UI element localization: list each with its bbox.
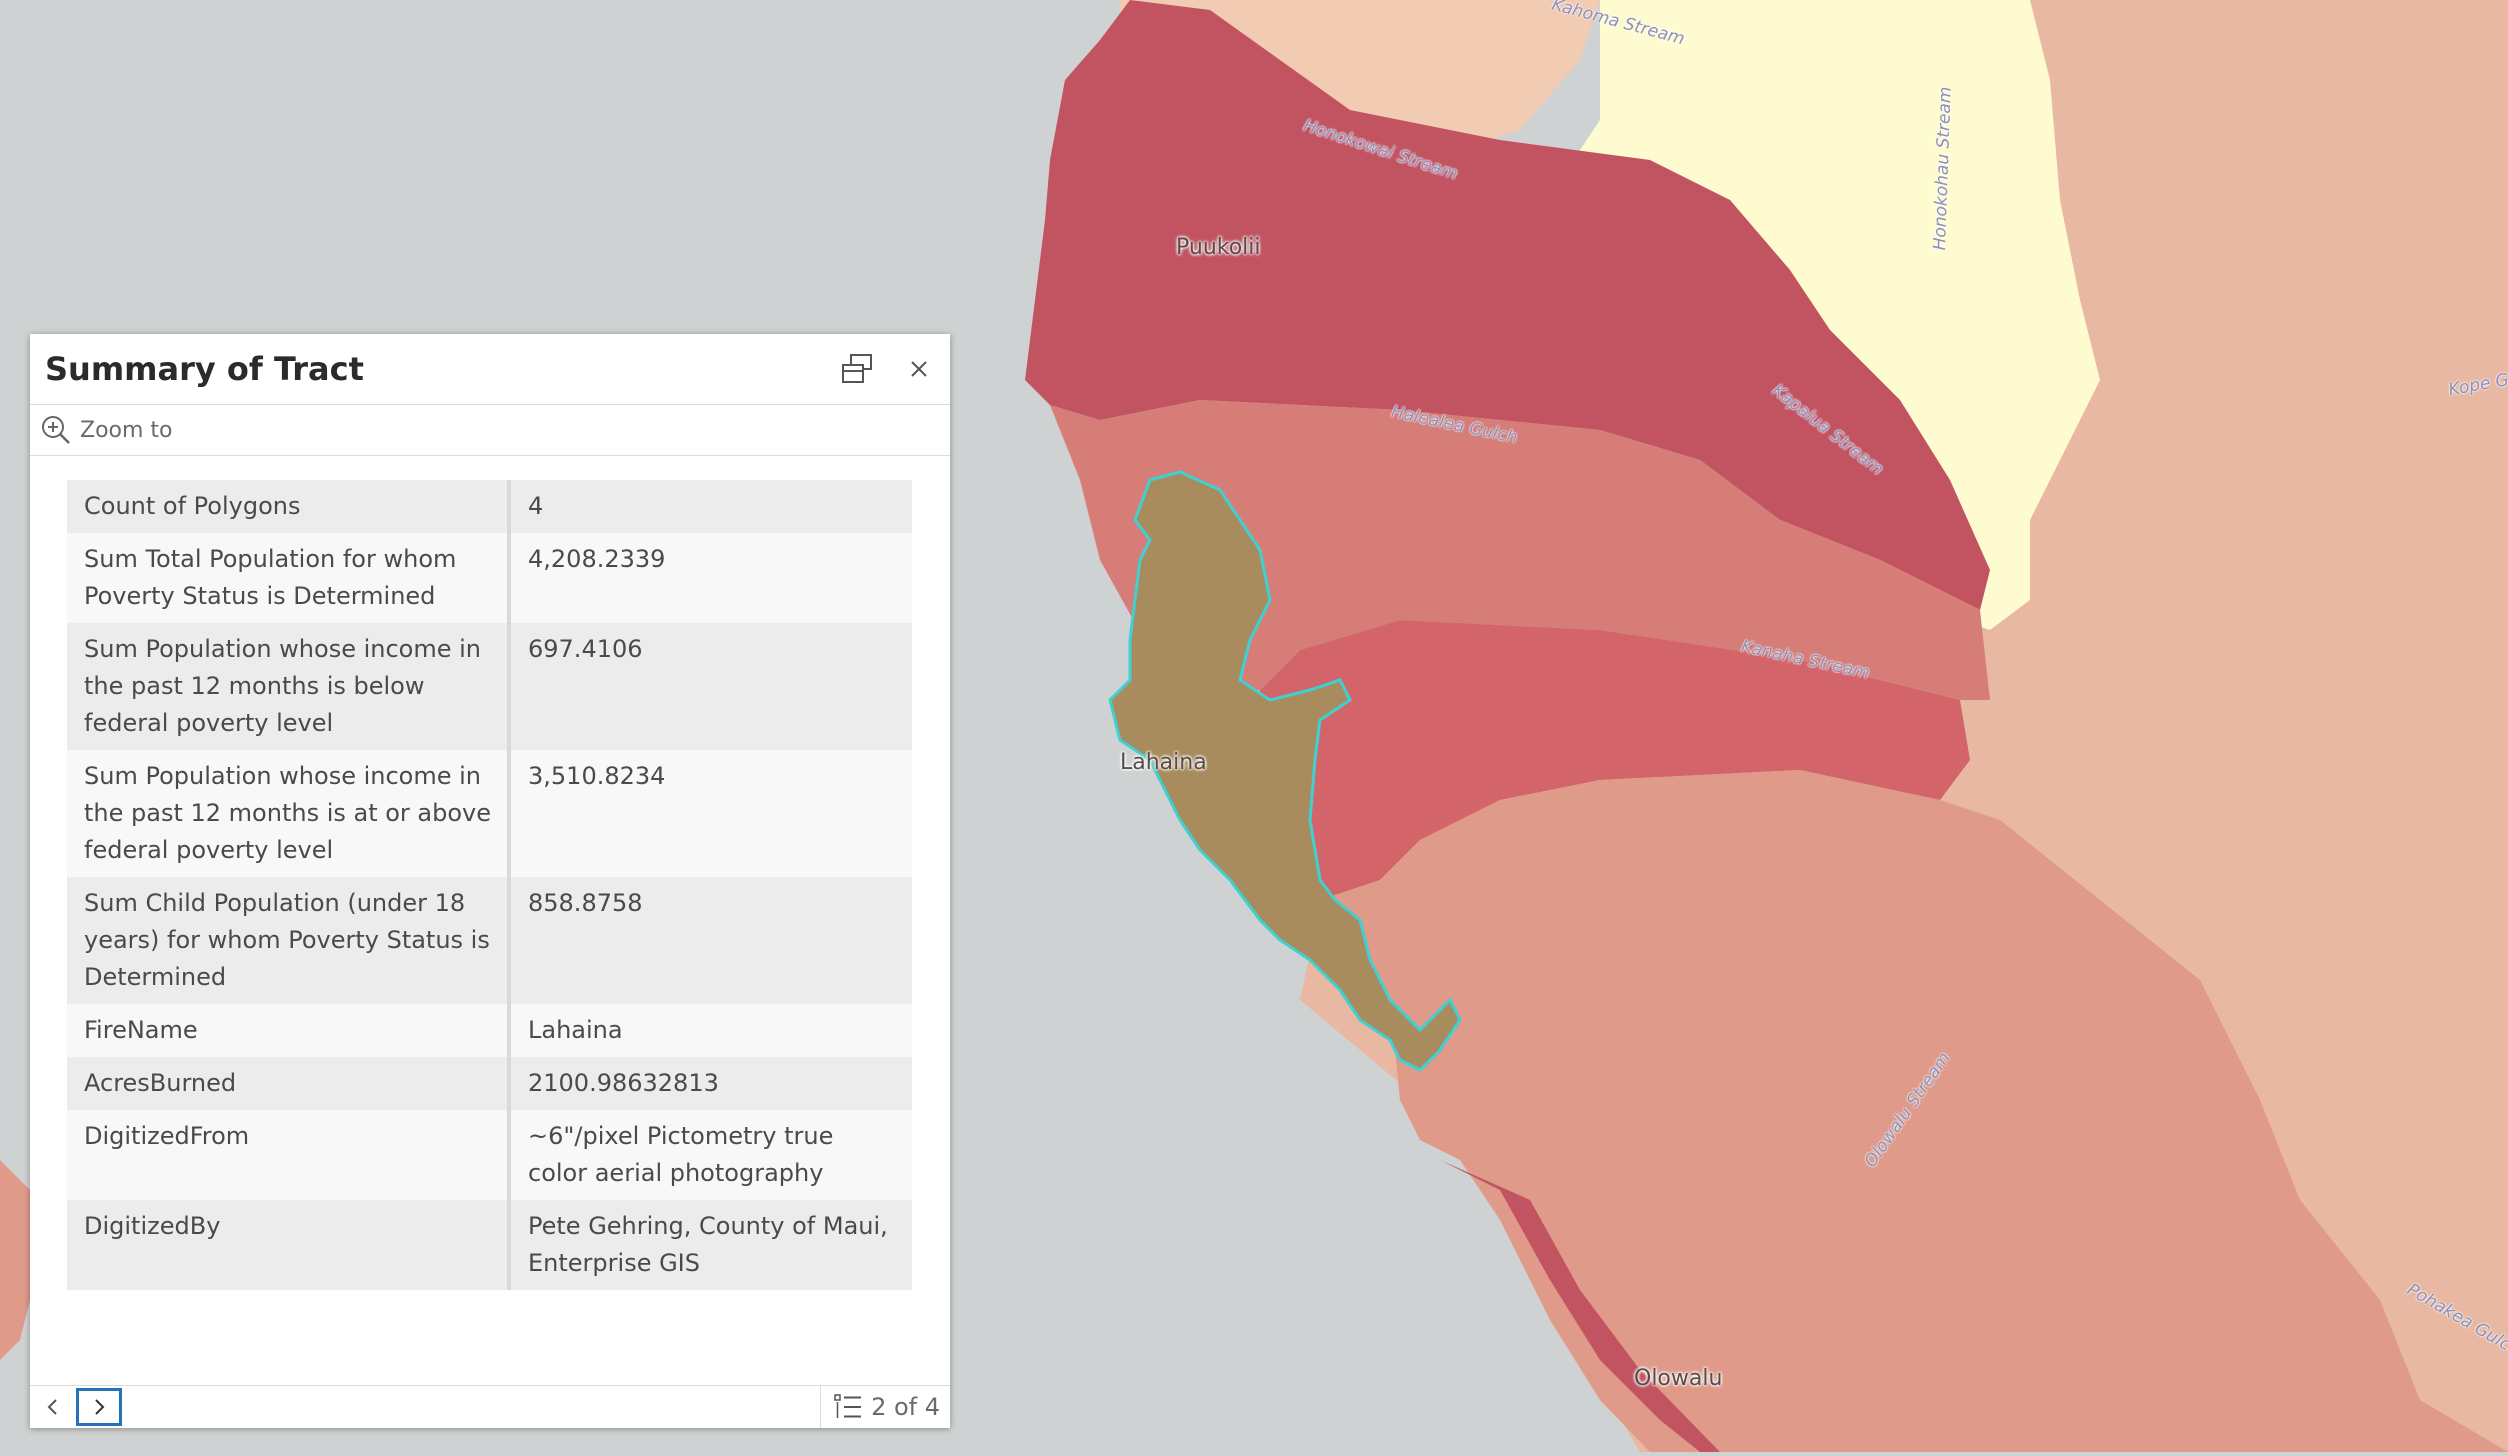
- attribute-row: AcresBurned 2100.98632813: [67, 1057, 912, 1110]
- attribute-row: Sum Population whose income in the past …: [67, 750, 912, 877]
- attribute-row: Count of Polygons 4: [67, 480, 912, 533]
- attribute-value: 4,208.2339: [509, 533, 912, 623]
- pager-text: 2 of 4: [871, 1393, 940, 1421]
- attribute-key: Sum Child Population (under 18 years) fo…: [67, 877, 511, 1004]
- attribute-row: Sum Population whose income in the past …: [67, 623, 912, 750]
- chevron-left-icon: [47, 1399, 57, 1415]
- feature-list-button[interactable]: 2 of 4: [820, 1386, 950, 1428]
- zoom-in-icon: [42, 416, 70, 444]
- attribute-value: Lahaina: [509, 1004, 912, 1057]
- attribute-value: ~6"/pixel Pictometry true color aerial p…: [509, 1110, 912, 1200]
- popup-body: Count of Polygons 4 Sum Total Population f…: [30, 456, 950, 1386]
- place-label-puukolii: Puukolii: [1176, 235, 1261, 260]
- list-icon: [834, 1394, 862, 1418]
- attribute-table: Count of Polygons 4 Sum Total Population f…: [67, 480, 912, 1290]
- popup-header: Summary of Tract: [30, 334, 950, 405]
- zoom-to-label: Zoom to: [80, 417, 173, 443]
- attribute-key: Count of Polygons: [67, 480, 511, 533]
- attribute-value: 2100.98632813: [509, 1057, 912, 1110]
- attribute-value: 4: [509, 480, 912, 533]
- attribute-value: Pete Gehring, County of Maui, Enterprise…: [509, 1200, 912, 1290]
- attribute-value: 3,510.8234: [509, 750, 912, 877]
- close-button[interactable]: [888, 338, 950, 400]
- attribute-key: Sum Population whose income in the past …: [67, 750, 511, 877]
- previous-feature-button[interactable]: [30, 1388, 76, 1426]
- attribute-row: FireName Lahaina: [67, 1004, 912, 1057]
- attribute-row: DigitizedFrom ~6"/pixel Pictometry true c…: [67, 1110, 912, 1200]
- dock-icon: [842, 354, 872, 383]
- attribute-value: 858.8758: [509, 877, 912, 1004]
- place-label-lahaina: Lahaina: [1120, 750, 1207, 775]
- next-feature-button[interactable]: [76, 1388, 122, 1426]
- chevron-right-icon: [95, 1399, 105, 1415]
- attribute-key: DigitizedFrom: [67, 1110, 511, 1200]
- attribute-key: Sum Total Population for whom Poverty St…: [67, 533, 511, 623]
- close-icon: [911, 361, 927, 377]
- popup-title: Summary of Tract: [45, 350, 364, 388]
- zoom-to-action[interactable]: Zoom to: [30, 405, 950, 456]
- attribute-row: DigitizedBy Pete Gehring, County of Maui,…: [67, 1200, 912, 1290]
- attribute-row: Sum Child Population (under 18 years) fo…: [67, 877, 912, 1004]
- popup-footer: 2 of 4: [30, 1385, 950, 1428]
- place-label-olowalu: Olowalu: [1634, 1366, 1723, 1391]
- dock-button[interactable]: [826, 338, 888, 400]
- feature-popup: Summary of Tract Zoom to Count of Polygo…: [30, 334, 950, 1428]
- attribute-key: DigitizedBy: [67, 1200, 511, 1290]
- attribute-key: AcresBurned: [67, 1057, 511, 1110]
- attribute-key: FireName: [67, 1004, 511, 1057]
- attribute-key: Sum Population whose income in the past …: [67, 623, 511, 750]
- attribute-value: 697.4106: [509, 623, 912, 750]
- attribute-row: Sum Total Population for whom Poverty St…: [67, 533, 912, 623]
